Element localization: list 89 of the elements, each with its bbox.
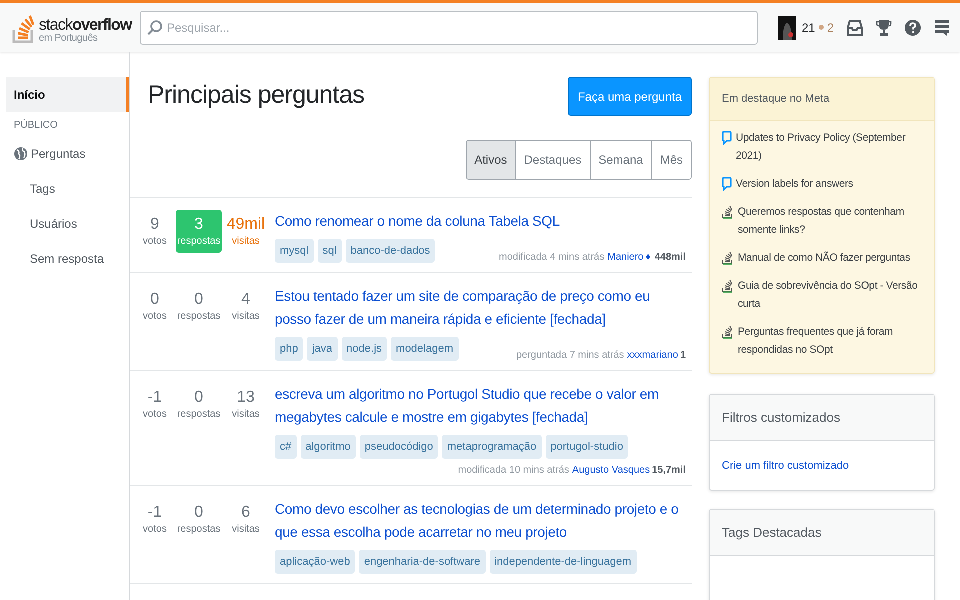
tag[interactable]: pseudocódigo [360,435,438,459]
section-heading: PÚBLICO [14,120,59,133]
inbox-icon[interactable] [846,18,864,36]
user-reputation: 448mil [654,252,686,263]
votes-label: votos [143,311,167,322]
votes-label: votos [143,524,167,535]
reputation-count: 21 [802,20,816,34]
user-link[interactable]: Maniero [608,252,644,263]
tag[interactable]: algoritmo [300,435,356,459]
views-label: visitas [232,524,260,535]
avatar[interactable] [778,16,796,40]
tag[interactable]: banco-de-dados [346,239,436,263]
votes-count: 9 [150,215,160,235]
user-link[interactable]: xxxmariano [627,350,678,361]
answers-count: 0 [194,503,204,523]
tag[interactable]: c# [275,435,297,459]
search-field[interactable]: Pesquisar... [140,10,758,44]
page-title: Principais perguntas [148,81,365,110]
card-title: Tags Destacadas [710,510,934,556]
logo-subtitle: em Português [39,34,99,44]
views-label: visitas [232,409,260,420]
question-link[interactable]: escreva um algoritmo no Portugol Studio que recebe o valor em megabytes calcule e mostre em gigabytes [fechada] [275,383,686,429]
card-title: Filtros customizados [710,395,934,441]
answers-label: respostas [177,409,221,420]
views-count: 49mil [226,215,266,235]
nav-item[interactable]: Sem resposta [6,241,129,276]
views-count: 6 [242,503,250,523]
menu-icon[interactable] [934,18,950,36]
answers-label: respostas [177,524,221,535]
trophy-icon[interactable] [876,18,892,36]
filter-tab[interactable]: Mês [651,141,691,179]
nav-item[interactable]: Usuários [6,206,129,241]
featured-link[interactable]: Perguntas frequentes que já foram respondidas no SOpt [738,323,922,359]
tag[interactable]: aplicação-web [275,550,356,574]
votes-label: votos [143,236,167,247]
user-link[interactable]: Augusto Vasques [572,465,650,476]
nav-item[interactable]: Tags [6,171,129,206]
tag[interactable]: engenharia-de-software [359,550,486,574]
featured-link[interactable]: Version labels for answers [736,175,854,193]
help-icon[interactable] [904,18,922,36]
tag[interactable]: sql [318,239,342,263]
featured-link[interactable]: Queremos respostas que contenham somente links? [738,203,922,239]
answers-count: 0 [194,388,204,408]
votes-label: votos [143,409,167,420]
activity-time: perguntada 7 mins atrás [516,350,624,361]
activity-time: modificada 4 mins atrás [499,252,605,263]
stack-logo-icon [722,251,734,265]
tag[interactable]: java [307,337,338,361]
views-label: visitas [232,311,260,322]
globe-icon [14,146,28,160]
tag[interactable]: node.js [342,337,388,361]
logo-text[interactable]: stackoverflow [39,18,132,34]
stack-logo-icon [722,279,734,293]
views-count: 4 [242,290,250,310]
filter-tab[interactable]: Ativos [466,141,516,179]
create-filter-link[interactable]: Crie um filtro customizado [722,460,850,472]
question-link[interactable]: Como devo escolher as tecnologias de um determinado projeto e o que essa escolha pode acarretar no meu projeto [275,498,686,544]
activity-time: modificada 10 mins atrás [458,465,570,476]
featured-link[interactable]: Guia de sobrevivência do SOpt - Versão curta [738,277,922,313]
user-reputation: 15,7mil [652,465,686,476]
featured-link[interactable]: Updates to Privacy Policy (September 2021) [736,129,922,165]
views-label: visitas [232,236,260,247]
answers-label: respostas [177,236,221,247]
question-link[interactable]: Estou tentado fazer um site de comparação de preço como eu posso fazer de um maneira rápida e eficiente [fechada] [275,285,686,331]
speech-bubble-icon [722,177,732,191]
card-title: Em destaque no Meta [710,78,934,121]
bronze-badge-count: 2 [819,20,834,34]
nav-item[interactable]: Início [6,77,129,112]
nav-item[interactable]: Perguntas [6,136,129,171]
question-link[interactable]: Como renomear o nome da coluna Tabela SQL [275,210,686,233]
tag[interactable]: mysql [275,239,314,263]
views-count: 13 [237,388,255,408]
answers-count: 3 [194,215,204,235]
user-reputation: 1 [680,350,686,361]
tag[interactable]: modelagem [391,337,459,361]
stack-logo-icon [722,325,734,339]
answers-label: respostas [177,311,221,322]
tag[interactable]: metaprogramação [442,435,542,459]
stack-logo-icon [722,205,734,219]
votes-count: -1 [148,388,162,408]
answers-count: 0 [194,290,204,310]
votes-count: -1 [148,503,162,523]
moderator-symbol-text: ♦ [646,252,651,263]
tag[interactable]: php [275,337,304,361]
tag[interactable]: independente-de-linguagem [490,550,637,574]
featured-link[interactable]: Manual de como NÃO fazer perguntas [738,249,910,267]
tag[interactable]: portugol-studio [546,435,628,459]
votes-count: 0 [150,290,160,310]
speech-bubble-icon [722,131,732,145]
